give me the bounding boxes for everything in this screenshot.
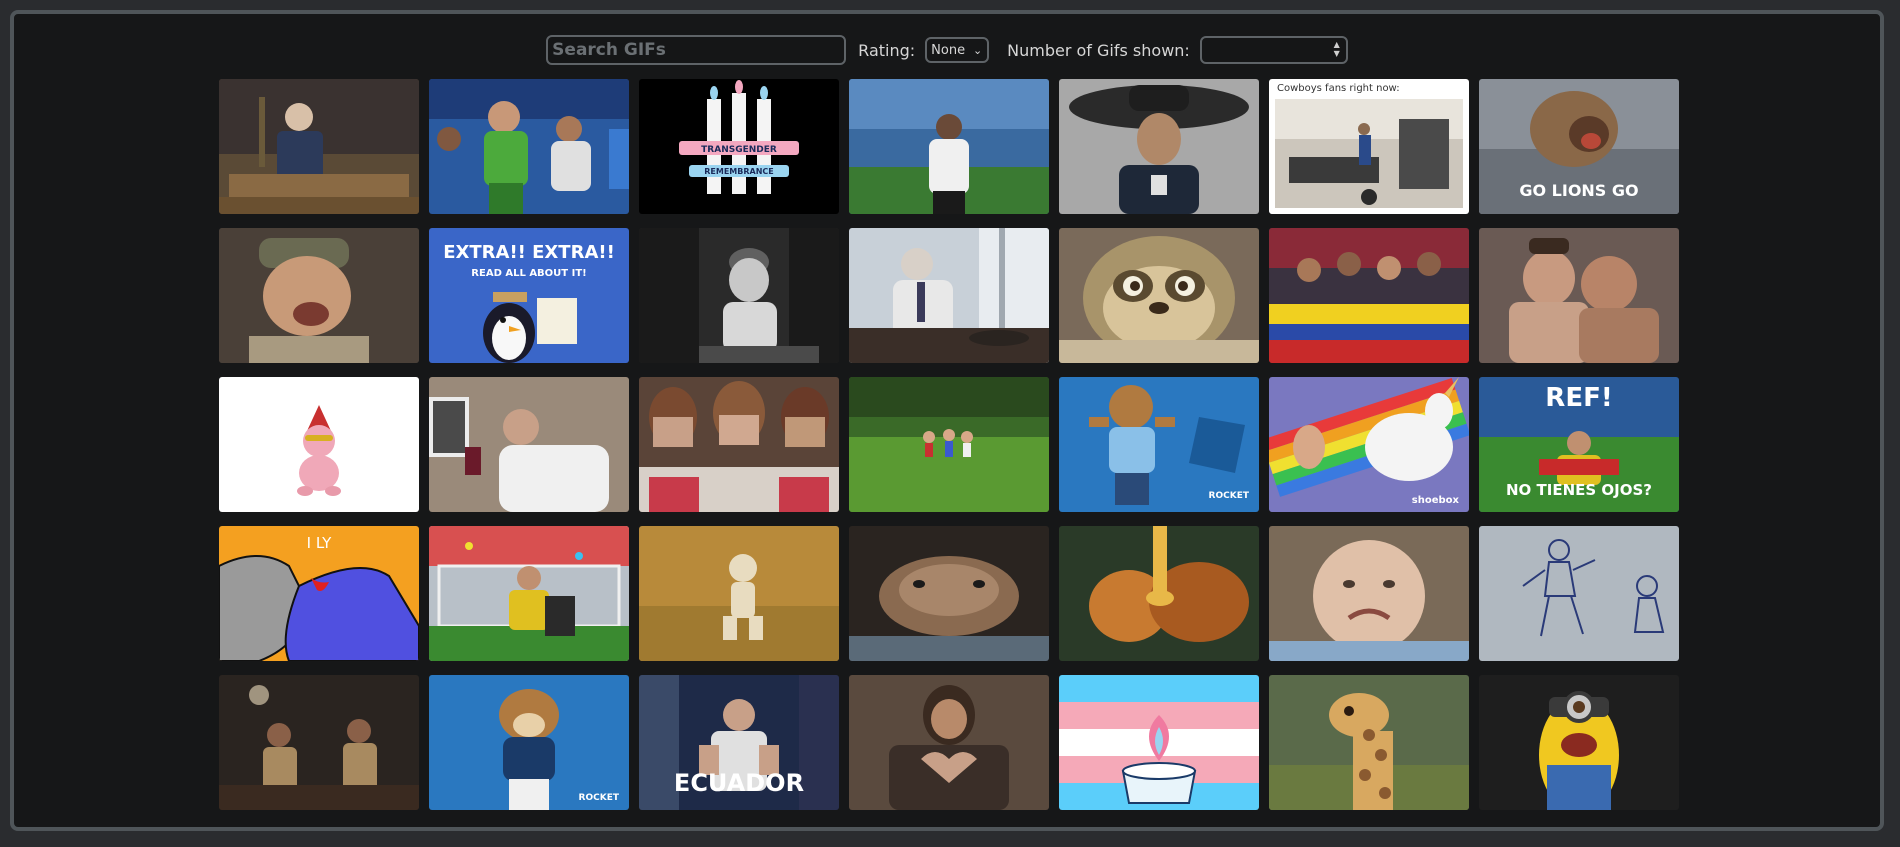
gif-count-label: Number of Gifs shown: <box>1007 40 1190 60</box>
gif-furry-creature[interactable] <box>849 526 1049 661</box>
gif-lions-mascot-flexing[interactable]: ROCKET <box>1059 377 1259 512</box>
gif-player-covering-face[interactable] <box>849 79 1049 214</box>
gif-player-with-flag-confetti[interactable] <box>429 526 629 661</box>
gif-extra-extra-penguin[interactable]: EXTRA!! EXTRA!! READ ALL ABOUT IT! <box>429 228 629 363</box>
gif-man-in-sombrero[interactable] <box>1059 79 1259 214</box>
gif-fans-with-flag[interactable] <box>1269 228 1469 363</box>
gif-crying-baby[interactable] <box>1269 526 1469 661</box>
gif-ecuador-fan[interactable]: ECUADOR <box>639 675 839 810</box>
gif-sloth[interactable] <box>1059 228 1259 363</box>
gif-lions-mascot-dancing[interactable]: ROCKET <box>429 675 629 810</box>
controls-bar: Rating: None ⌄ Number of Gifs shown: ▲▼ <box>14 30 1880 70</box>
gif-kids-in-meadow[interactable] <box>849 377 1049 512</box>
gif-giraffe[interactable] <box>1269 675 1469 810</box>
app-frame: Rating: None ⌄ Number of Gifs shown: ▲▼ <box>10 10 1884 831</box>
gif-dancing-skeleton[interactable] <box>639 526 839 661</box>
gif-baby-gnome[interactable] <box>219 377 419 512</box>
gif-football-sketch[interactable] <box>1479 526 1679 661</box>
gif-laughing-man-in-cap[interactable] <box>219 228 419 363</box>
search-input[interactable] <box>546 35 847 65</box>
gif-thinking-boy-bw[interactable] <box>639 228 839 363</box>
svg-text:TRANSGENDER: TRANSGENDER <box>701 145 777 155</box>
gif-go-lions-go[interactable]: GO LIONS GO <box>1479 79 1679 214</box>
gif-syrup-pour[interactable] <box>1059 526 1259 661</box>
gif-grid: TRANSGENDER REMEMBRANCE Cowboys fans rig… <box>219 79 1679 810</box>
gif-transgender-remembrance-candles[interactable]: TRANSGENDER REMEMBRANCE <box>639 79 839 214</box>
spinner-icon[interactable]: ▲ ▼ <box>1334 40 1340 58</box>
gif-man-drinking-wine[interactable] <box>429 377 629 512</box>
gif-minion[interactable] <box>1479 675 1679 810</box>
gif-cowboys-fans-meme[interactable]: Cowboys fans right now: <box>1269 79 1469 214</box>
gif-count-input[interactable]: ▲ ▼ <box>1199 36 1348 64</box>
gif-ref-no-tienes-ojos[interactable]: REF! NO TIENES OJOS? <box>1479 377 1679 512</box>
rating-select[interactable]: None ⌄ <box>925 37 990 63</box>
gif-cheerleaders-covering-faces[interactable] <box>639 377 839 512</box>
gif-politician-at-desk[interactable] <box>849 228 1049 363</box>
gif-trans-flag-candle[interactable] <box>1059 675 1259 810</box>
chevron-down-icon: ⌄ <box>972 44 983 57</box>
gif-unicorn-rainbow[interactable]: shoebox <box>1269 377 1469 512</box>
gif-man-heart-hands[interactable] <box>849 675 1049 810</box>
gif-ily-cats[interactable]: I LY <box>219 526 419 661</box>
rating-selected-value: None <box>931 42 966 58</box>
gif-hugging-couple[interactable] <box>1479 228 1679 363</box>
gif-politician-at-podium[interactable] <box>219 79 419 214</box>
svg-text:REMEMBRANCE: REMEMBRANCE <box>704 167 774 176</box>
gif-cheering-kids[interactable] <box>429 79 629 214</box>
gif-crowd-night[interactable] <box>219 675 419 810</box>
rating-label: Rating: <box>858 40 916 60</box>
